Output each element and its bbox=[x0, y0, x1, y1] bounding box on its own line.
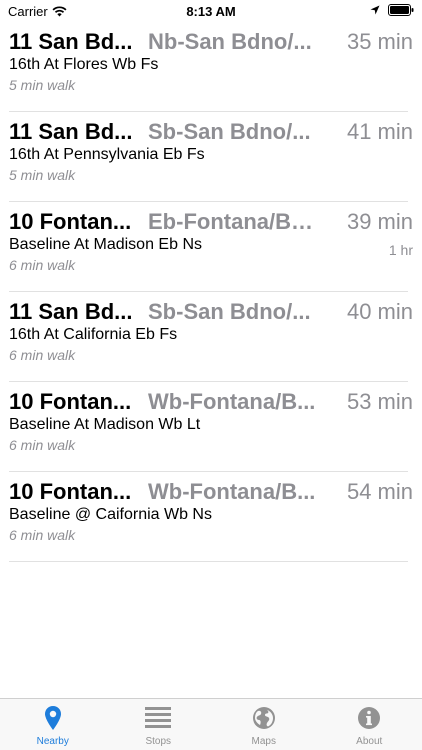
battery-icon bbox=[388, 4, 414, 16]
headsign: Wb-Fontana/B... bbox=[148, 389, 316, 414]
eta: 39 min bbox=[346, 209, 413, 234]
headsign: Nb-San Bdno/... bbox=[148, 29, 312, 54]
departure-row[interactable]: 10 Fontan... Wb-Fontana/B... 53 min Base… bbox=[0, 382, 422, 472]
tab-label: Nearby bbox=[36, 736, 69, 747]
location-arrow-icon bbox=[370, 5, 380, 15]
stop-name: Baseline At Madison Eb Ns bbox=[9, 236, 202, 253]
route-name: 11 San Bd... bbox=[9, 299, 133, 324]
stop-name: 16th At Flores Wb Fs bbox=[9, 56, 159, 73]
tab-nearby[interactable]: Nearby bbox=[0, 699, 106, 750]
status-time: 8:13 AM bbox=[186, 4, 236, 19]
stop-name: Baseline At Madison Wb Lt bbox=[9, 416, 201, 433]
walk-time: 5 min walk bbox=[9, 77, 76, 93]
tab-label: Maps bbox=[251, 736, 276, 747]
departure-list: 11 San Bd... Nb-San Bdno/... 35 min 16th… bbox=[0, 22, 422, 562]
eta: 54 min bbox=[346, 479, 413, 504]
headsign: Sb-San Bdno/... bbox=[148, 119, 311, 144]
departure-row[interactable]: 10 Fontan... Wb-Fontana/B... 54 min Base… bbox=[0, 472, 422, 562]
eta: 53 min bbox=[346, 389, 413, 414]
eta: 35 min bbox=[346, 29, 413, 54]
walk-time: 6 min walk bbox=[9, 527, 76, 543]
list-lines-icon bbox=[106, 705, 212, 731]
headsign: Eb-Fontana/Ba... bbox=[148, 209, 318, 234]
headsign: Sb-San Bdno/... bbox=[148, 299, 311, 324]
info-icon bbox=[317, 705, 422, 731]
route-name: 10 Fontan... bbox=[9, 479, 132, 504]
eta-secondary: 1 hr bbox=[388, 242, 413, 258]
route-name: 11 San Bd... bbox=[9, 119, 133, 144]
row-divider bbox=[9, 561, 408, 562]
tab-stops[interactable]: Stops bbox=[106, 699, 212, 750]
status-bar: Carrier 8:13 AM bbox=[0, 0, 422, 22]
eta: 41 min bbox=[346, 119, 413, 144]
departure-row[interactable]: 11 San Bd... Sb-San Bdno/... 41 min 16th… bbox=[0, 112, 422, 202]
stop-name: Baseline @ Caifornia Wb Ns bbox=[9, 506, 212, 523]
globe-icon bbox=[211, 705, 317, 731]
tab-label: About bbox=[356, 736, 383, 747]
route-name: 10 Fontan... bbox=[9, 389, 132, 414]
tab-bar: Nearby Stops Maps About bbox=[0, 698, 422, 750]
departure-row[interactable]: 10 Fontan... Eb-Fontana/Ba... 39 min Bas… bbox=[0, 202, 422, 292]
headsign: Wb-Fontana/B... bbox=[148, 479, 316, 504]
walk-time: 5 min walk bbox=[9, 167, 76, 183]
tab-maps[interactable]: Maps bbox=[211, 699, 317, 750]
departure-row[interactable]: 11 San Bd... Sb-San Bdno/... 40 min 16th… bbox=[0, 292, 422, 382]
location-pin-icon bbox=[0, 705, 106, 731]
walk-time: 6 min walk bbox=[9, 257, 76, 273]
status-right bbox=[370, 4, 414, 16]
walk-time: 6 min walk bbox=[9, 437, 76, 453]
route-name: 10 Fontan... bbox=[9, 209, 132, 234]
stop-name: 16th At California Eb Fs bbox=[9, 326, 178, 343]
route-name: 11 San Bd... bbox=[9, 29, 133, 54]
tab-about[interactable]: About bbox=[317, 699, 422, 750]
stop-name: 16th At Pennsylvania Eb Fs bbox=[9, 146, 205, 163]
tab-label: Stops bbox=[145, 736, 172, 747]
walk-time: 6 min walk bbox=[9, 347, 76, 363]
departure-row[interactable]: 11 San Bd... Nb-San Bdno/... 35 min 16th… bbox=[0, 22, 422, 112]
eta: 40 min bbox=[346, 299, 413, 324]
